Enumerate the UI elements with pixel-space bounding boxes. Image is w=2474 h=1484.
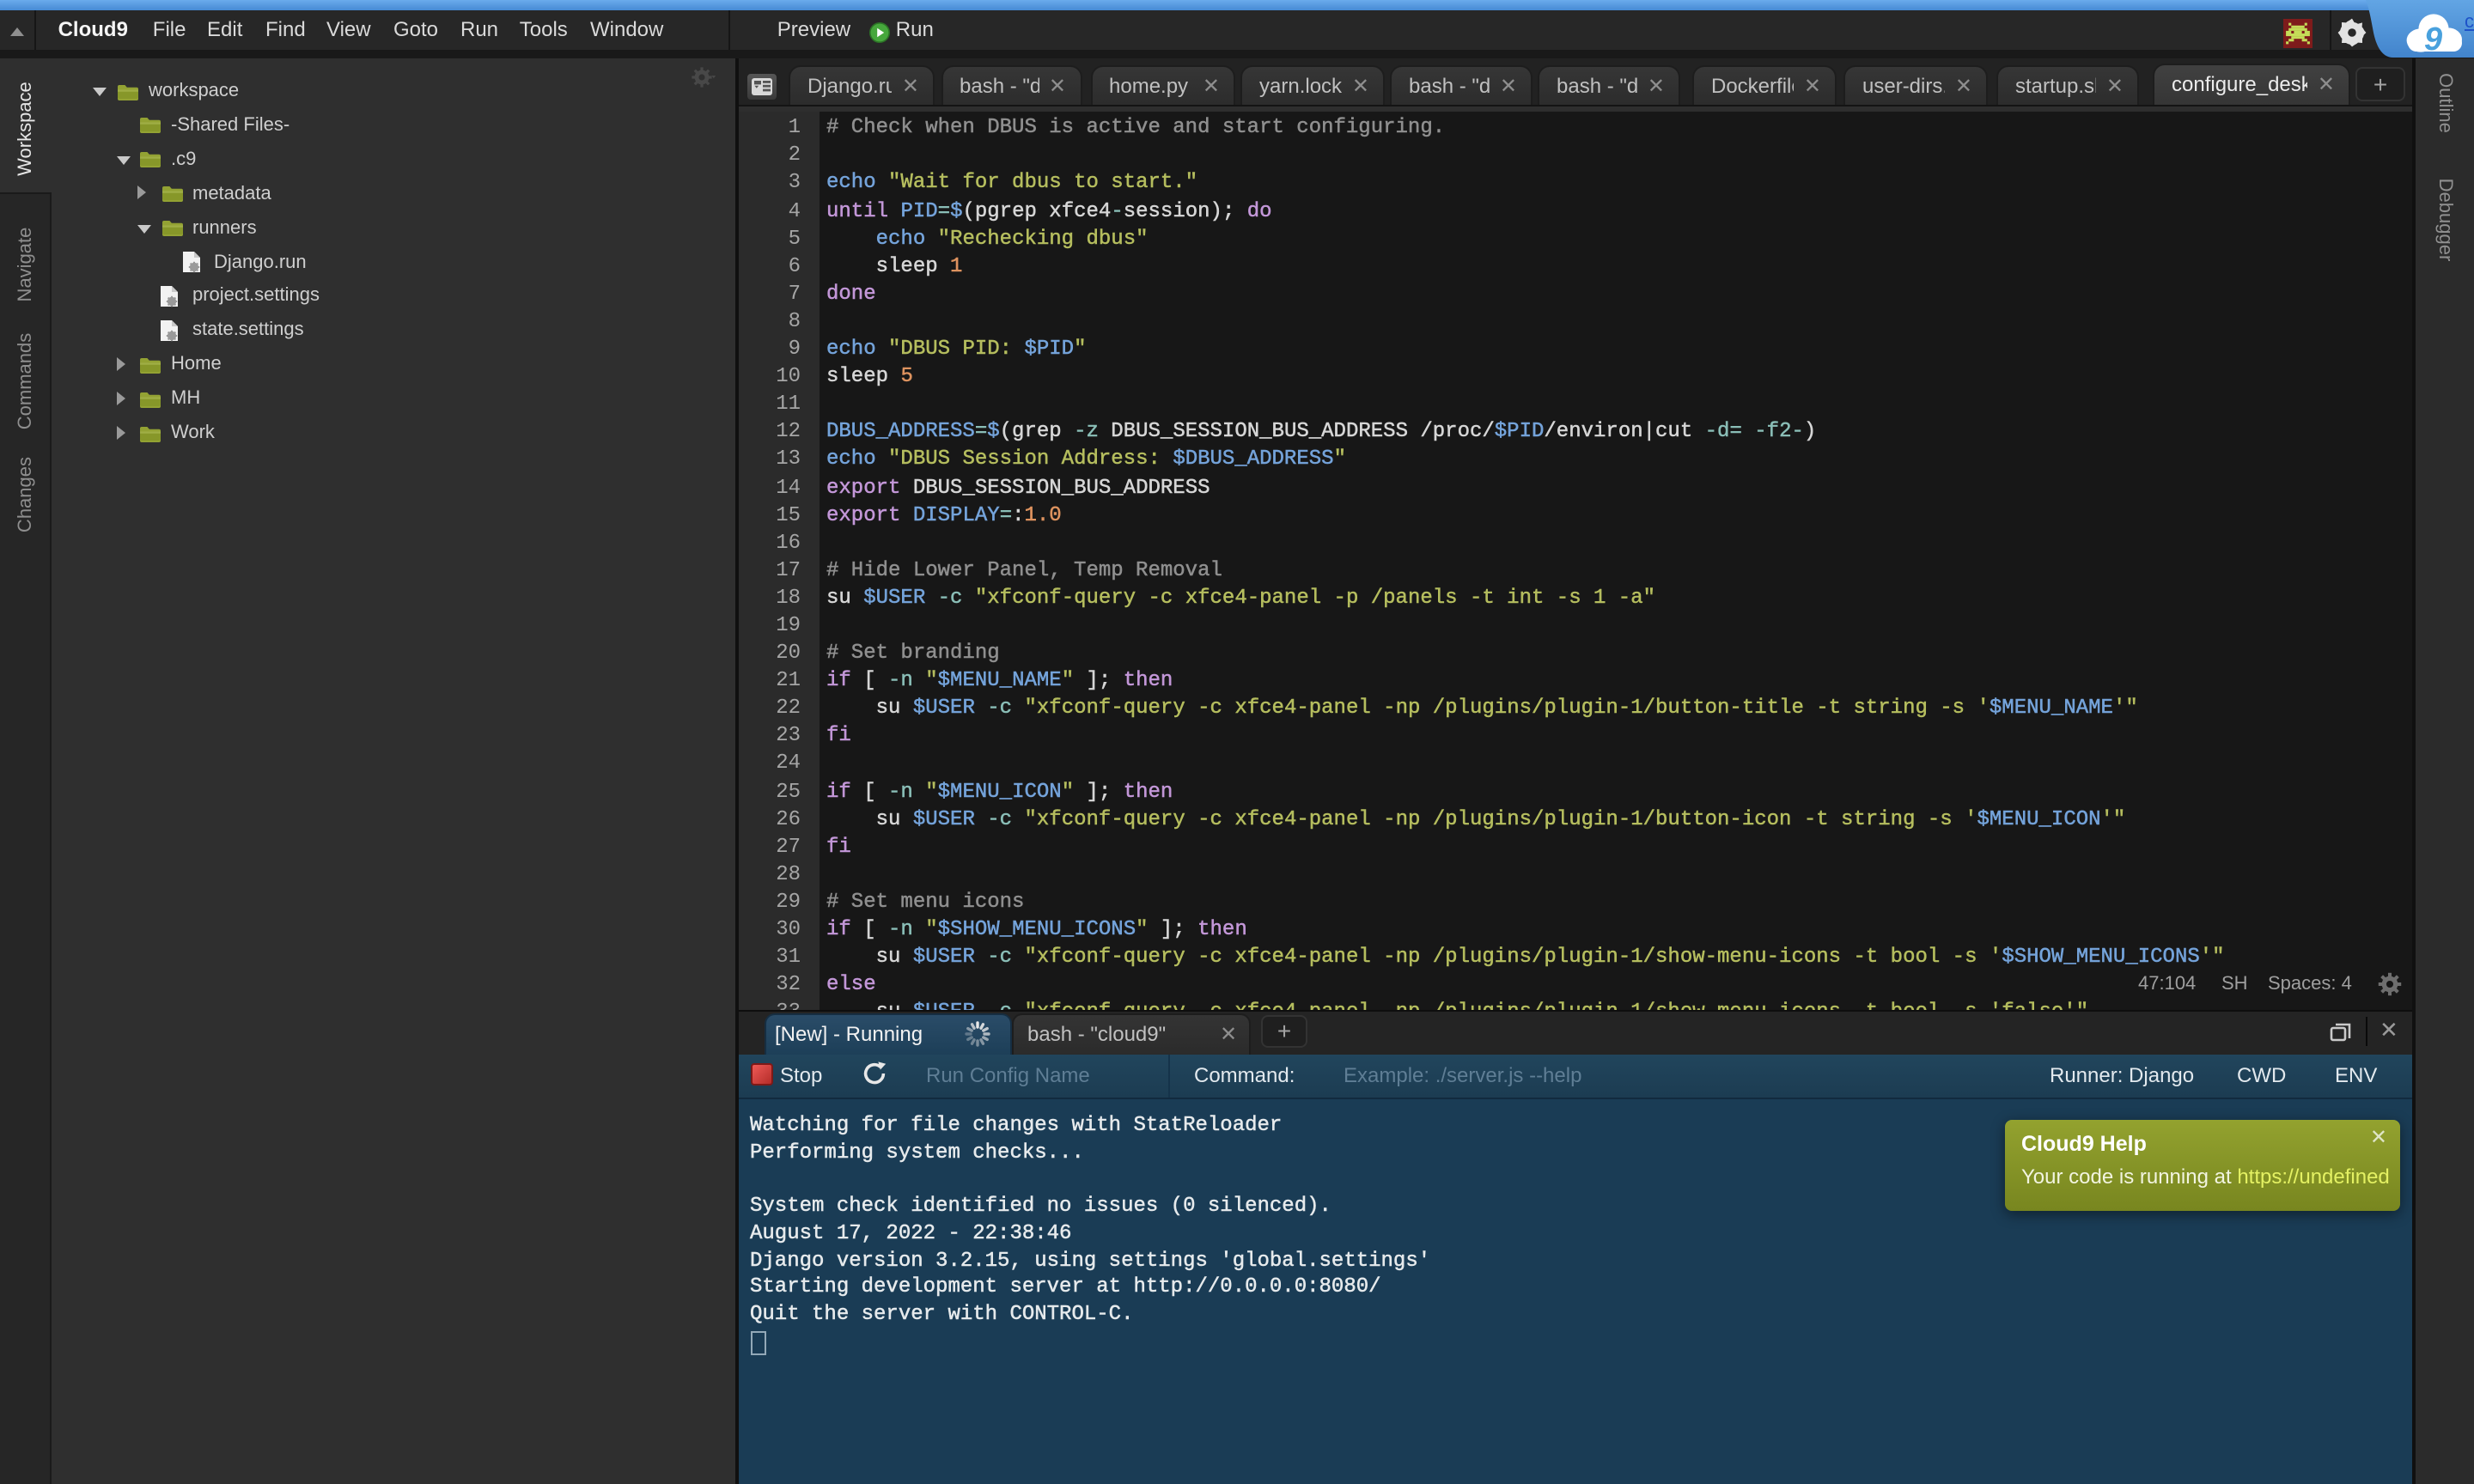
svg-text:9: 9 bbox=[2424, 21, 2442, 58]
